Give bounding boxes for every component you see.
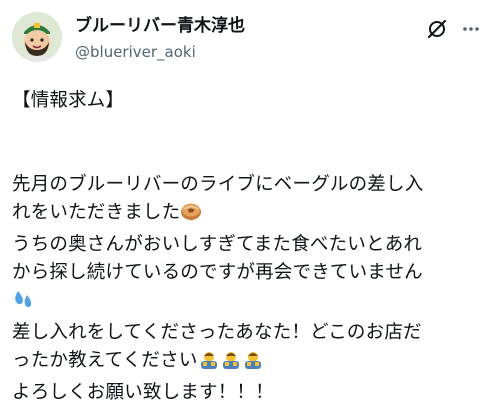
user-handle[interactable]: @blueriver_aoki (75, 42, 196, 62)
post-line: 差し入れをしてくださったあなた！どこのお店だ (12, 322, 422, 343)
post-line: れをいただきました (12, 199, 492, 231)
post-line: ったか教えてください (12, 347, 492, 379)
bagel-emoji (180, 200, 202, 231)
grok-icon (428, 20, 446, 38)
bowing-person-emoji (220, 348, 242, 379)
avatar-illustration (12, 12, 62, 62)
bowing-person-emoji (242, 348, 264, 379)
post-line: うちの奥さんがおいしすぎてまた食べたいとあれ (12, 234, 423, 255)
post-text: 【情報求ム】 先月のブルーリバーのライブにベーグルの差し入 れをいただきました … (12, 87, 492, 407)
display-name[interactable]: ブルーリバー青木淳也 (75, 15, 245, 37)
post-line: から探し続けているのですが再会できていません (12, 262, 423, 283)
post-line: よろしくお願い致します！！！ (12, 382, 274, 403)
post-line: 先月のブルーリバーのライブにベーグルの差し入 (12, 174, 424, 195)
grok-button[interactable] (424, 16, 450, 42)
post-line-text: ったか教えてください (12, 350, 198, 371)
more-options-button[interactable] (458, 16, 484, 42)
post-line (12, 287, 492, 319)
avatar[interactable] (12, 12, 62, 62)
bowing-person-emoji (198, 348, 220, 379)
post-line: 【情報求ム】 (12, 90, 125, 111)
sweat-droplets-emoji (12, 288, 34, 319)
more-options-icon (463, 27, 479, 31)
post-line-text: れをいただきました (12, 202, 181, 223)
